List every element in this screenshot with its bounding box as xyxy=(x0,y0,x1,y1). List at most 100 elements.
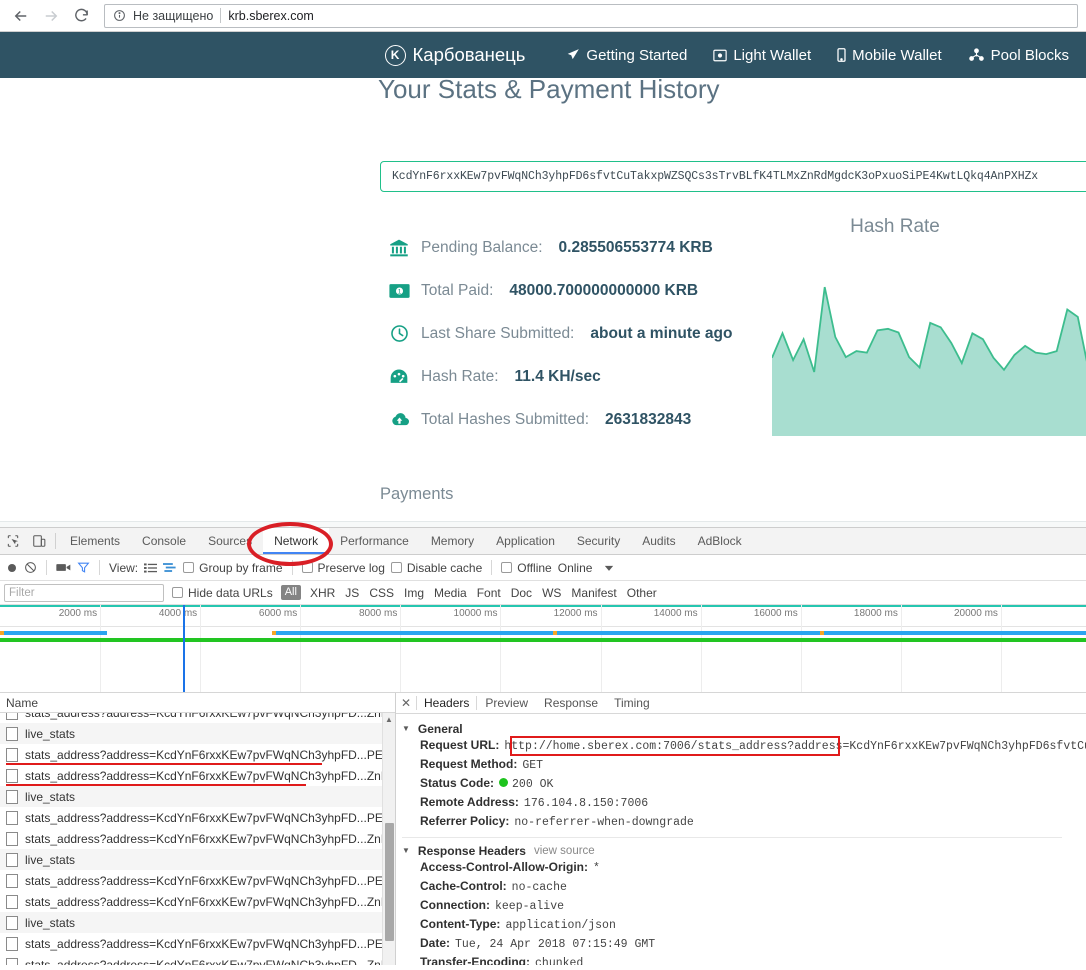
brand-logo-area[interactable]: K Карбованець xyxy=(384,44,525,66)
hash-rate-chart: Hash Rate xyxy=(700,212,1086,437)
list-view-icon[interactable] xyxy=(144,562,158,574)
header-key: Request Method: xyxy=(420,757,518,771)
forward-arrow-icon[interactable] xyxy=(38,3,64,29)
request-row[interactable]: stats_address?address=KcdYnF6rxxKEw7pvFW… xyxy=(0,713,395,723)
hide-data-urls-checkbox[interactable]: Hide data URLs xyxy=(172,586,273,600)
nav-label: Pool Blocks xyxy=(990,46,1069,64)
clock-icon xyxy=(388,323,410,345)
header-row-transfer-encoding: Transfer-Encoding: chunked xyxy=(402,955,1086,965)
filter-type-doc[interactable]: Doc xyxy=(510,586,533,600)
devtools-panel: Elements Console Sources Network Perform… xyxy=(0,527,1086,970)
request-row[interactable]: live_stats xyxy=(0,912,395,933)
general-section-header[interactable]: ▼ General xyxy=(402,719,1086,738)
devtools-tab-performance[interactable]: Performance xyxy=(329,528,420,554)
request-row[interactable]: live_stats xyxy=(0,723,395,744)
filter-type-manifest[interactable]: Manifest xyxy=(570,586,617,600)
request-row[interactable]: stats_address?address=KcdYnF6rxxKEw7pvFW… xyxy=(0,870,395,891)
request-row[interactable]: stats_address?address=KcdYnF6rxxKEw7pvFW… xyxy=(0,891,395,912)
filter-type-media[interactable]: Media xyxy=(433,586,468,600)
request-list-scrollbar[interactable]: ▲ xyxy=(382,713,395,965)
request-row[interactable]: stats_address?address=KcdYnF6rxxKEw7pvFW… xyxy=(0,744,395,765)
chevron-down-icon[interactable] xyxy=(604,563,614,573)
group-by-frame-checkbox[interactable]: Group by frame xyxy=(183,561,283,575)
detail-tab-response[interactable]: Response xyxy=(536,693,606,713)
nav-item-pool-blocks[interactable]: Pool Blocks xyxy=(955,47,1082,64)
detail-tab-headers[interactable]: Headers xyxy=(416,693,478,713)
filter-type-css[interactable]: CSS xyxy=(368,586,395,600)
filter-type-ws[interactable]: WS xyxy=(541,586,562,600)
preserve-log-checkbox[interactable]: Preserve log xyxy=(301,561,385,575)
request-row[interactable]: stats_address?address=KcdYnF6rxxKEw7pvFW… xyxy=(0,765,395,786)
header-key: Cache-Control: xyxy=(420,879,507,893)
request-row[interactable]: stats_address?address=KcdYnF6rxxKEw7pvFW… xyxy=(0,954,395,965)
header-value: application/json xyxy=(505,919,616,932)
view-source-link[interactable]: view source xyxy=(534,845,595,857)
timeline-tick-label: 16000 ms xyxy=(753,608,798,619)
devtools-tab-application[interactable]: Application xyxy=(485,528,566,554)
devtools-tab-audits[interactable]: Audits xyxy=(631,528,686,554)
back-arrow-icon[interactable] xyxy=(8,3,34,29)
request-row[interactable]: stats_address?address=KcdYnF6rxxKEw7pvFW… xyxy=(0,933,395,954)
devtools-tab-adblock[interactable]: AdBlock xyxy=(687,528,753,554)
header-key: Referrer Policy: xyxy=(420,814,510,828)
disable-cache-checkbox[interactable]: Disable cache xyxy=(390,561,482,575)
blocks-icon xyxy=(968,48,985,62)
detail-tab-preview[interactable]: Preview xyxy=(477,693,536,713)
network-toolbar: View: Group by frame Preserve log Disabl… xyxy=(0,555,1086,581)
device-toolbar-icon[interactable] xyxy=(26,528,52,554)
nav-item-getting-started[interactable]: Getting Started xyxy=(553,47,700,64)
screenshot-camera-icon[interactable] xyxy=(56,562,71,573)
filter-type-js[interactable]: JS xyxy=(344,586,360,600)
header-value: chunked xyxy=(535,957,584,965)
stat-value: 48000.700000000000 KRB xyxy=(509,281,699,299)
scroll-up-arrow-icon[interactable]: ▲ xyxy=(383,713,395,726)
nav-item-light-wallet[interactable]: Light Wallet xyxy=(700,47,824,64)
checkbox-box xyxy=(501,562,513,573)
network-timeline-overview[interactable]: 2000 ms 4000 ms 6000 ms 8000 ms 10000 ms 1200… xyxy=(0,605,1086,693)
request-row[interactable]: stats_address?address=KcdYnF6rxxKEw7pvFW… xyxy=(0,828,395,849)
devtools-tab-security[interactable]: Security xyxy=(566,528,631,554)
cloud-upload-icon xyxy=(388,409,410,431)
stat-pending-balance: Pending Balance: 0.285506553774 KRB xyxy=(388,226,732,269)
request-list[interactable]: stats_address?address=KcdYnF6rxxKEw7pvFW… xyxy=(0,713,395,965)
request-row[interactable]: live_stats xyxy=(0,786,395,807)
network-filterbar: Hide data URLs All XHR JS CSS Img Media … xyxy=(0,581,1086,605)
timeline-tick-label: 2000 ms xyxy=(58,608,98,619)
wallet-address-field[interactable] xyxy=(380,161,1086,192)
filter-type-other[interactable]: Other xyxy=(626,586,658,600)
general-title: General xyxy=(417,721,463,736)
filter-type-all[interactable]: All xyxy=(280,585,301,600)
reload-icon[interactable] xyxy=(68,3,94,29)
header-key: Request URL: xyxy=(420,738,500,752)
waterfall-view-icon[interactable] xyxy=(163,562,177,574)
timeline-gridline xyxy=(300,605,302,692)
offline-checkbox[interactable]: Offline xyxy=(501,561,552,575)
devtools-tab-elements[interactable]: Elements xyxy=(59,528,131,554)
nav-item-mobile-wallet[interactable]: Mobile Wallet xyxy=(824,47,954,64)
record-icon[interactable] xyxy=(6,562,18,574)
devtools-tab-sources[interactable]: Sources xyxy=(197,528,263,554)
inspect-element-icon[interactable] xyxy=(0,528,26,554)
close-icon[interactable]: ✕ xyxy=(396,693,416,713)
filter-type-xhr[interactable]: XHR xyxy=(309,586,336,600)
filter-input[interactable] xyxy=(4,583,164,602)
page-title: Your Stats & Payment History xyxy=(378,74,720,104)
throttle-select[interactable]: Online xyxy=(558,561,593,575)
scrollbar-thumb[interactable] xyxy=(385,823,394,941)
response-headers-section-header[interactable]: ▼ Response Headers view source xyxy=(402,841,1086,860)
wallet-address-input[interactable] xyxy=(390,169,1086,184)
devtools-tab-memory[interactable]: Memory xyxy=(420,528,485,554)
security-status-label: Не защищено xyxy=(133,8,214,23)
devtools-tabbar: Elements Console Sources Network Perform… xyxy=(0,528,1086,555)
filter-funnel-icon[interactable] xyxy=(77,561,90,574)
address-bar[interactable]: Не защищено krb.sberex.com xyxy=(104,3,1078,28)
stat-value: 2631832843 xyxy=(605,410,692,428)
detail-tab-timing[interactable]: Timing xyxy=(606,693,658,713)
filter-type-img[interactable]: Img xyxy=(403,586,425,600)
devtools-tab-console[interactable]: Console xyxy=(131,528,197,554)
devtools-tab-network[interactable]: Network xyxy=(263,528,330,554)
filter-type-font[interactable]: Font xyxy=(476,586,502,600)
request-row[interactable]: stats_address?address=KcdYnF6rxxKEw7pvFW… xyxy=(0,807,395,828)
clear-icon[interactable] xyxy=(24,561,37,574)
request-row[interactable]: live_stats xyxy=(0,849,395,870)
